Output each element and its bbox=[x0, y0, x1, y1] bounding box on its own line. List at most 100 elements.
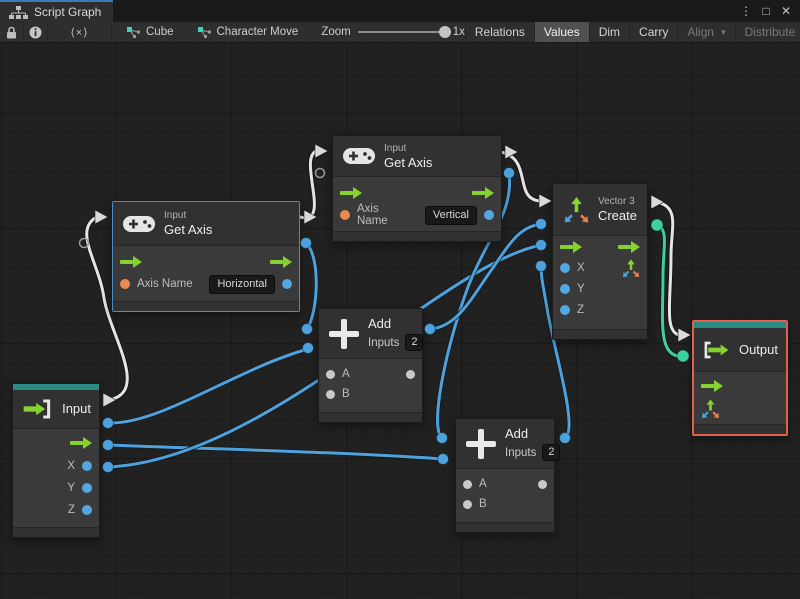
flow-in-port[interactable] bbox=[560, 240, 582, 253]
port-x[interactable] bbox=[82, 461, 92, 471]
values-toggle[interactable]: Values bbox=[533, 22, 589, 42]
value-connector-add-2-sum-out[interactable] bbox=[559, 432, 571, 444]
port-z[interactable] bbox=[560, 304, 570, 315]
window-controls: ⋮ □ ✕ bbox=[738, 0, 800, 22]
graph-ref-character-move[interactable]: Character Move bbox=[189, 22, 308, 42]
flow-out-port[interactable] bbox=[472, 187, 494, 199]
node-input[interactable]: Input X Y Z bbox=[12, 383, 100, 538]
port-b[interactable] bbox=[326, 389, 335, 399]
node-vector3-create[interactable]: Vector 3 Create X Y Z bbox=[552, 183, 648, 340]
axis-name-port[interactable] bbox=[340, 210, 350, 220]
flow-in-port[interactable] bbox=[701, 380, 723, 392]
wire-get-axis-horizontal.flow-out-to-get-axis-vertical.flow-in[interactable] bbox=[298, 149, 318, 220]
value-connector-output-value-in[interactable] bbox=[676, 349, 690, 363]
wire-input.y-to-add-2.b[interactable] bbox=[106, 443, 445, 461]
flow-connector-get-axis-horizontal-flow-in[interactable] bbox=[94, 209, 109, 225]
value-connector-create-vector-out[interactable] bbox=[650, 218, 664, 232]
port-b[interactable] bbox=[463, 499, 472, 509]
value-connector-input-x-out[interactable] bbox=[102, 417, 114, 429]
value-connector-add-1-b-in[interactable] bbox=[302, 342, 314, 354]
flow-connector-get-axis-vertical-flow-in[interactable] bbox=[314, 143, 329, 159]
flow-in-port[interactable] bbox=[340, 187, 362, 199]
node-output[interactable]: Output bbox=[692, 320, 788, 436]
wire-get-axis-horizontal.result-to-add-1.a[interactable] bbox=[304, 241, 318, 331]
value-connector-add-1-a-in[interactable] bbox=[301, 323, 313, 335]
graph-ref-label: Character Move bbox=[216, 26, 299, 38]
carry-toggle[interactable]: Carry bbox=[629, 22, 677, 42]
node-add-1[interactable]: Add Inputs 2 A B bbox=[318, 308, 424, 423]
port-a[interactable] bbox=[326, 369, 335, 379]
axis-name-field[interactable]: Horizontal bbox=[209, 274, 275, 294]
more-menu-icon[interactable]: ⋮ bbox=[738, 4, 754, 18]
wire-get-axis-vertical.flow-out-to-vector3-create.flow-in[interactable] bbox=[499, 150, 542, 203]
inputs-count-field[interactable]: 2 bbox=[405, 334, 424, 351]
vector3-out-port[interactable] bbox=[622, 258, 640, 277]
node-title: Add bbox=[505, 426, 529, 441]
value-connector-input-y-out[interactable] bbox=[102, 439, 114, 451]
port-z[interactable] bbox=[82, 505, 92, 515]
value-connector-add-2-a-in[interactable] bbox=[436, 432, 448, 444]
value-connector-get-axis-vertical-result[interactable] bbox=[503, 167, 515, 179]
flow-connector-get-axis-horizontal-flow-out[interactable] bbox=[303, 209, 318, 225]
value-connector-input-z-out[interactable] bbox=[102, 461, 114, 473]
port-y[interactable] bbox=[82, 483, 92, 493]
wire-shadow bbox=[297, 148, 319, 221]
lock-icon bbox=[7, 26, 16, 38]
flow-out-port[interactable] bbox=[618, 240, 640, 253]
tab-script-graph[interactable]: Script Graph bbox=[0, 0, 113, 22]
graph-ref-cube[interactable]: Cube bbox=[118, 22, 183, 42]
flow-out-port[interactable] bbox=[70, 437, 92, 449]
port-y[interactable] bbox=[560, 283, 570, 294]
close-icon[interactable]: ✕ bbox=[778, 4, 794, 18]
port-x[interactable] bbox=[560, 262, 570, 273]
flow-connector-vector3-create-flow-out[interactable] bbox=[650, 194, 665, 210]
unconnected-port-get-axis-vertical-axis-unconnected[interactable] bbox=[314, 167, 326, 179]
unconnected-port-get-axis-horizontal-axis-unconnected[interactable] bbox=[78, 237, 90, 249]
value-connector-create-y-in[interactable] bbox=[535, 239, 547, 251]
node-get-axis-horizontal[interactable]: Input Get Axis Axis Name Horizontal bbox=[112, 201, 300, 312]
lock-button[interactable] bbox=[0, 22, 24, 42]
flow-connector-get-axis-vertical-flow-out[interactable] bbox=[504, 144, 519, 160]
value-connector-add-1-sum-out[interactable] bbox=[424, 323, 436, 335]
distribute-dropdown[interactable]: Distribute▾ bbox=[734, 22, 800, 42]
port-a[interactable] bbox=[463, 479, 472, 489]
info-button[interactable] bbox=[24, 22, 48, 42]
wire-vector3-create.flow-out-to-output.flow-in[interactable] bbox=[655, 200, 681, 337]
vector3-in-port[interactable] bbox=[701, 398, 720, 418]
wire-input.x-to-add-1.b[interactable] bbox=[106, 347, 310, 425]
value-connector-add-2-b-in[interactable] bbox=[437, 453, 449, 465]
flow-connector-input-flow-out[interactable] bbox=[102, 392, 117, 408]
inputs-count-field[interactable]: 2 bbox=[542, 444, 561, 461]
align-dropdown[interactable]: Align ▾ bbox=[677, 22, 734, 42]
port-label: A bbox=[479, 478, 487, 490]
value-connector-create-x-in[interactable] bbox=[535, 218, 547, 230]
result-port[interactable] bbox=[282, 279, 292, 289]
relations-toggle[interactable]: Relations bbox=[464, 22, 534, 42]
sum-port[interactable] bbox=[406, 369, 415, 379]
param-label: Axis Name bbox=[137, 278, 193, 290]
code-view-button[interactable]: ⟨×⟩ bbox=[48, 22, 112, 42]
wire-vector3-create.vector-out-to-output.value-in[interactable] bbox=[655, 223, 680, 358]
sum-port[interactable] bbox=[538, 479, 547, 489]
flow-out-port[interactable] bbox=[270, 256, 292, 268]
node-title: Output bbox=[738, 341, 778, 357]
zoom-slider[interactable] bbox=[357, 26, 451, 38]
zoom-value: 1x bbox=[452, 26, 465, 38]
result-port[interactable] bbox=[484, 210, 494, 220]
maximize-icon[interactable]: □ bbox=[758, 4, 774, 18]
zoom-slider-handle[interactable] bbox=[438, 26, 451, 38]
flow-in-port[interactable] bbox=[120, 256, 142, 268]
graph-canvas[interactable]: Input X Y Z Input Get Axis Axis Name Hor… bbox=[0, 43, 800, 599]
node-add-2[interactable]: Add Inputs 2 A B bbox=[455, 418, 561, 533]
node-title: Get Axis bbox=[384, 154, 433, 170]
axis-name-field[interactable]: Vertical bbox=[424, 205, 477, 225]
dim-toggle[interactable]: Dim bbox=[588, 22, 629, 42]
value-connector-create-z-in[interactable] bbox=[535, 260, 547, 272]
flow-connector-output-flow-in[interactable] bbox=[677, 327, 692, 343]
axis-name-port[interactable] bbox=[120, 279, 130, 289]
node-get-axis-vertical[interactable]: Input Get Axis Axis Name Vertical bbox=[332, 135, 502, 242]
subgraph-icon bbox=[127, 26, 140, 38]
code-icon: ⟨×⟩ bbox=[70, 26, 89, 39]
flow-connector-vector3-create-flow-in[interactable] bbox=[538, 193, 553, 209]
value-connector-get-axis-horizontal-result[interactable] bbox=[300, 237, 312, 249]
